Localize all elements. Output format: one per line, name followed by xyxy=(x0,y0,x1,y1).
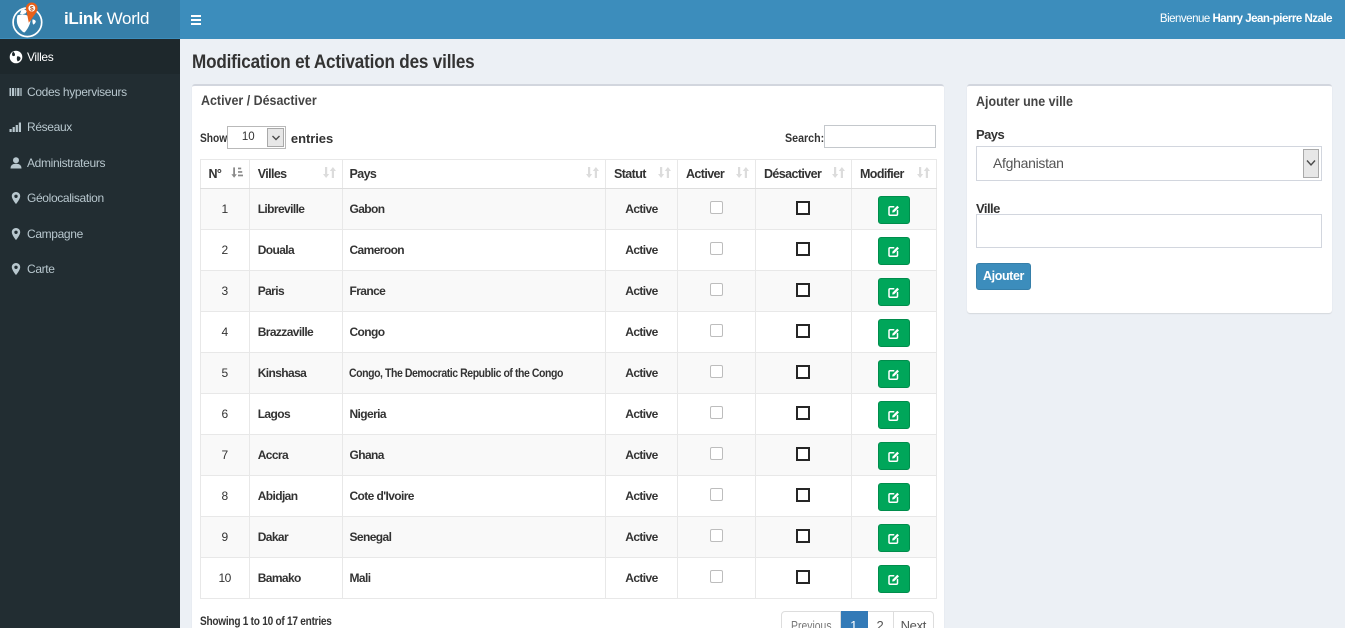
svg-text:$: $ xyxy=(30,5,34,12)
